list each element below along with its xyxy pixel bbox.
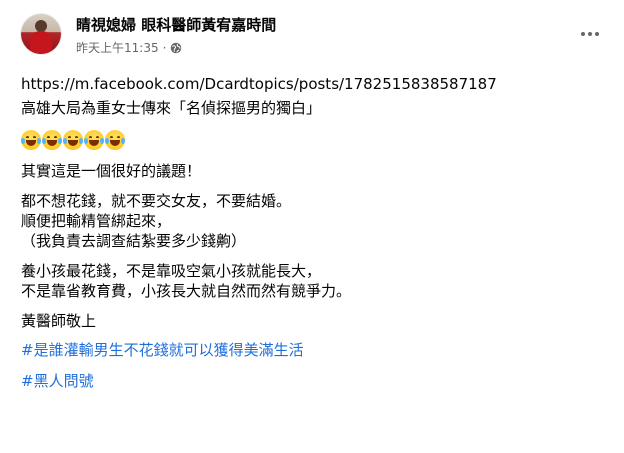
more-options-icon[interactable] (576, 24, 604, 44)
post-para1: 其實這是一個很好的議題！ (21, 162, 202, 180)
post-para3-line: 養小孩最花錢，不是靠吸空氣小孩就能長大， (21, 262, 322, 280)
post-para2-line: 順便把輸精管綁起來， (21, 212, 172, 230)
post-body: https://m.facebook.com/Dcardtopics/posts… (21, 74, 611, 391)
avatar-dress (30, 31, 52, 54)
post-line-title: 高雄大局為重女士傳來「名偵探摳男的獨白」 (21, 99, 322, 117)
post-meta: 昨天上午11:35 · (76, 39, 182, 56)
post-para2-line: （我負責去調查結紮要多少錢齁） (21, 232, 247, 250)
meta-separator: · (162, 40, 167, 55)
post-signature: 黃醫師敬上 (21, 312, 97, 330)
globe-icon[interactable] (170, 42, 182, 54)
laughing-tears-emoji-icon (42, 130, 62, 150)
hashtag-link[interactable]: #黑人問號 (21, 371, 611, 391)
facebook-post: 睛視媳婦 眼科醫師黃宥嘉時間 昨天上午11:35 · https://m.fac… (0, 0, 624, 453)
laughing-tears-emoji-icon (63, 130, 83, 150)
dot-icon (588, 32, 592, 36)
avatar[interactable] (21, 14, 61, 54)
laughing-tears-emoji-icon (21, 130, 41, 150)
laughing-tears-emoji-icon (105, 130, 125, 150)
laughing-tears-emoji-icon (84, 130, 104, 150)
post-para3: 養小孩最花錢，不是靠吸空氣小孩就能長大， 不是靠省教育費，小孩長大就自然而然有競… (21, 261, 611, 301)
post-para2: 都不想花錢，就不要交女友，不要結婚。 順便把輸精管綁起來， （我負責去調查結紮要… (21, 191, 611, 251)
post-para3-line: 不是靠省教育費，小孩長大就自然而然有競爭力。 (21, 282, 352, 300)
post-timestamp[interactable]: 昨天上午11:35 (76, 39, 159, 56)
dot-icon (595, 32, 599, 36)
post-para2-line: 都不想花錢，就不要交女友，不要結婚。 (21, 192, 292, 210)
post-link[interactable]: https://m.facebook.com/Dcardtopics/posts… (21, 74, 611, 94)
dot-icon (581, 32, 585, 36)
hashtag-link[interactable]: #是誰灌輸男生不花錢就可以獲得美滿生活 (21, 340, 611, 360)
emoji-row (21, 130, 611, 150)
author-name[interactable]: 睛視媳婦 眼科醫師黃宥嘉時間 (76, 14, 276, 35)
